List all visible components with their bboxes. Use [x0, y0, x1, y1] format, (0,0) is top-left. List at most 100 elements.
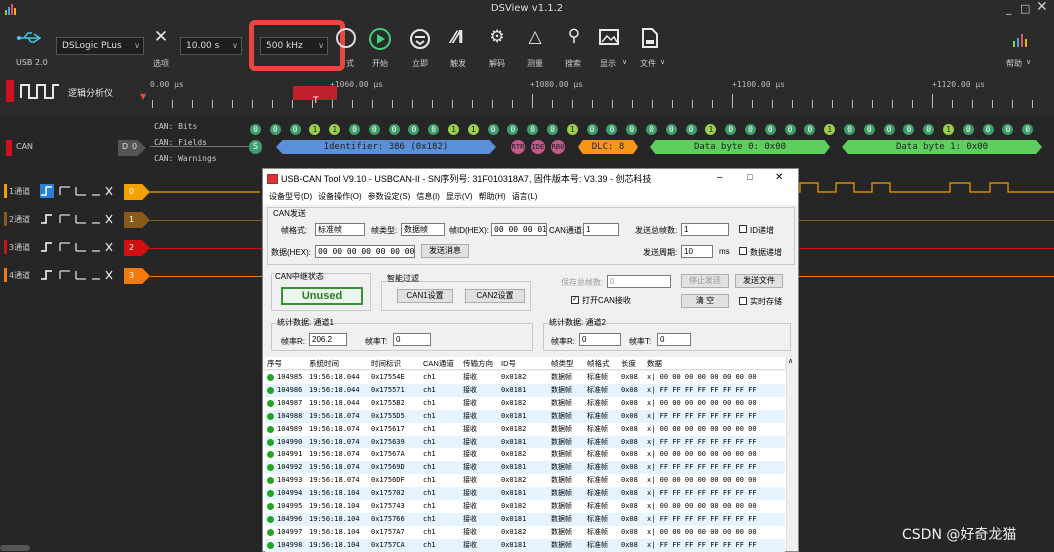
table-row[interactable]: 104998 19:56:18.104 0x1757CA ch1 接收 0x0181 数据帧…: [265, 538, 785, 552]
table-column-header[interactable]: ID号: [501, 357, 516, 370]
table-row[interactable]: 104994 19:56:18.104 0x175702 ch1 接收 0x0181 数据帧…: [265, 487, 785, 501]
send-message-button[interactable]: 发送消息: [421, 244, 469, 258]
channel-number-badge[interactable]: 3: [124, 268, 150, 284]
dialog-menu-item[interactable]: 语言(L): [512, 192, 538, 201]
table-cell: 数据帧: [551, 398, 572, 407]
can-channel-badge[interactable]: D 0: [118, 140, 146, 156]
logic-color-bar: [6, 80, 14, 102]
table-row[interactable]: 104993 19:56:18.074 0x1756DF ch1 接收 0x0182 数据帧…: [265, 474, 785, 488]
horizontal-scrollbar[interactable]: [0, 545, 30, 551]
table-cell: 0x08: [621, 398, 638, 407]
table-row[interactable]: 104986 19:56:18.044 0x175571 ch1 接收 0x0181 数据帧…: [265, 383, 785, 397]
save-total-input[interactable]: 0: [607, 275, 671, 288]
wrench-screwdriver-icon[interactable]: ✕: [146, 27, 176, 47]
table-cell: 接收: [463, 540, 477, 549]
table-scrollbar[interactable]: ∧: [786, 357, 797, 551]
dialog-menu-item[interactable]: 参数设定(S): [368, 192, 411, 201]
send-period-input[interactable]: 10: [681, 245, 713, 258]
channel-number-badge[interactable]: 1: [124, 212, 150, 228]
table-column-header[interactable]: CAN通道: [423, 357, 454, 370]
channel-3-waveform: [150, 248, 262, 249]
table-column-header[interactable]: 序号: [267, 357, 282, 370]
clear-button[interactable]: 清 空: [681, 294, 729, 308]
can2-settings-button[interactable]: CAN2设置: [465, 289, 525, 303]
stop-send-button[interactable]: 停止发送: [681, 274, 729, 288]
frame-format-select[interactable]: 标准帧: [315, 223, 365, 236]
table-row[interactable]: 104996 19:56:18.104 0x175766 ch1 接收 0x0181 数据帧…: [265, 512, 785, 526]
can-channel-select[interactable]: 1: [583, 223, 619, 236]
trigger-edge-icon[interactable]: [40, 184, 124, 198]
chevron-down-icon: ∨: [622, 58, 628, 66]
trigger-edge-icon[interactable]: [40, 268, 124, 282]
data-increment-checkbox[interactable]: [739, 247, 747, 255]
table-column-header[interactable]: 系统时间: [309, 357, 339, 370]
table-row[interactable]: 104988 19:56:18.074 0x1755D5 ch1 接收 0x0181 数据帧…: [265, 409, 785, 423]
instant-icon[interactable]: [406, 27, 434, 51]
mode-icon[interactable]: [336, 28, 356, 48]
table-row[interactable]: 104985 19:56:18.044 0x17554E ch1 接收 0x0182 数据帧…: [265, 371, 785, 384]
mode-label: 式: [346, 59, 354, 68]
measure-icon[interactable]: △: [520, 27, 550, 47]
search-icon[interactable]: ⚲: [559, 26, 589, 46]
table-cell: 0x0181: [501, 411, 527, 420]
dialog-close-button[interactable]: ✕: [775, 172, 783, 183]
dialog-menu-item[interactable]: 信息(I): [416, 192, 440, 201]
can1-settings-button[interactable]: CAN1设置: [397, 289, 453, 303]
table-row[interactable]: 104997 19:56:18.104 0x1757A7 ch1 接收 0x0182 数据帧…: [265, 525, 785, 539]
dialog-minimize-button[interactable]: –: [717, 172, 723, 183]
realtime-save-checkbox[interactable]: [739, 297, 747, 305]
table-column-header[interactable]: 数据: [647, 357, 662, 370]
minimize-button[interactable]: _: [1006, 2, 1012, 15]
dialog-menu-item[interactable]: 设备型号(D): [269, 192, 312, 201]
help-label[interactable]: 帮助: [1006, 58, 1022, 69]
channel-3-waveform-right: [798, 248, 1054, 249]
frame-type-select[interactable]: 数据帧: [401, 223, 445, 236]
table-row[interactable]: 104992 19:56:18.074 0x17569D ch1 接收 0x0181 数据帧…: [265, 461, 785, 475]
table-column-header[interactable]: 帧格式: [587, 357, 610, 370]
table-column-header[interactable]: 传输方向: [463, 357, 493, 370]
ruler-tick: [612, 100, 613, 108]
table-row[interactable]: 104987 19:56:18.044 0x1755B2 ch1 接收 0x0182 数据帧…: [265, 396, 785, 410]
table-column-header[interactable]: 帧类型: [551, 357, 574, 370]
channel-number-badge[interactable]: 0: [124, 184, 150, 200]
display-icon[interactable]: [598, 28, 620, 48]
table-row[interactable]: 104991 19:56:18.074 0x17567A ch1 接收 0x0182 数据帧…: [265, 448, 785, 462]
table-column-header[interactable]: 时间标识: [371, 357, 401, 370]
start-icon[interactable]: [366, 27, 394, 51]
duration-select[interactable]: 10.00 s ∨: [180, 37, 242, 55]
table-column-header[interactable]: 长度: [621, 357, 636, 370]
id-increment-checkbox[interactable]: [739, 225, 747, 233]
dialog-menu-item[interactable]: 显示(V): [446, 192, 473, 201]
trigger-edge-icon[interactable]: [40, 240, 124, 254]
frame-id-input[interactable]: 00 00 00 01: [491, 223, 547, 236]
channel-number-badge[interactable]: 2: [124, 240, 150, 256]
status-dot-icon: [267, 503, 274, 510]
file-label[interactable]: 文件: [640, 58, 656, 69]
display-label[interactable]: 显示: [600, 58, 616, 69]
trigger-edge-icon[interactable]: [40, 212, 124, 226]
send-file-button[interactable]: 发送文件: [735, 274, 783, 288]
dialog-maximize-button[interactable]: □: [747, 172, 752, 182]
table-row[interactable]: 104995 19:56:18.104 0x175743 ch1 接收 0x0182 数据帧…: [265, 500, 785, 513]
chevron-down-icon[interactable]: ▼: [140, 92, 146, 101]
can-bit: 0: [903, 124, 915, 135]
send-total-input[interactable]: 1: [681, 223, 729, 236]
open-can-receive-checkbox[interactable]: ✓: [571, 296, 579, 304]
maximize-button[interactable]: □: [1020, 2, 1030, 15]
file-icon[interactable]: [640, 27, 660, 49]
ruler-tick: [592, 100, 593, 108]
table-cell: 数据帧: [551, 450, 572, 459]
data-hex-input[interactable]: 00 00 00 00 00 00 00 00: [315, 245, 415, 258]
table-row[interactable]: 104989 19:56:18.074 0x175617 ch1 接收 0x0182 数据帧…: [265, 422, 785, 436]
rate2-value: 0: [579, 333, 621, 346]
close-button[interactable]: ✕: [1036, 0, 1048, 15]
table-cell: 标准帧: [587, 424, 608, 433]
dialog-menu-item[interactable]: 设备操作(O): [318, 192, 362, 201]
table-row[interactable]: 104990 19:56:18.074 0x175639 ch1 接收 0x0181 数据帧…: [265, 435, 785, 449]
decode-icon[interactable]: ⚙: [482, 27, 512, 47]
device-select[interactable]: DSLogic PLus ∨: [56, 37, 144, 55]
table-cell: 104992: [277, 463, 303, 472]
dialog-menu-item[interactable]: 帮助(H): [479, 192, 506, 201]
table-cell: 接收: [463, 424, 477, 433]
trigger-icon[interactable]: ⁄⁄l: [443, 28, 473, 48]
